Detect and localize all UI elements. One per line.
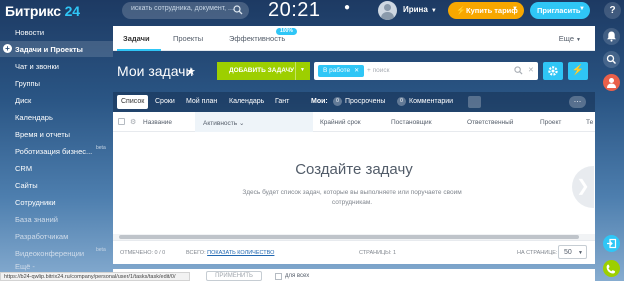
chevron-down-icon: ▼ bbox=[578, 250, 583, 256]
search-input[interactable]: искать сотрудника, документ, ... bbox=[122, 2, 249, 19]
add-task-button[interactable]: ДОБАВИТЬ ЗАДАЧУ ▼ bbox=[217, 62, 310, 80]
tabs-bar: Задачи Проекты Эффективность 100% Еще ▼ bbox=[113, 26, 595, 51]
chevron-down-icon[interactable]: ▼ bbox=[300, 67, 305, 73]
gear-icon[interactable]: ⚙ bbox=[130, 118, 136, 126]
grid-footer: ОТМЕЧЕНО: 0 / 0 ВСЕГО: ПОКАЗАТЬ КОЛИЧЕСТ… bbox=[113, 240, 595, 264]
settings-button[interactable] bbox=[543, 62, 563, 80]
sidebar-item-disk[interactable]: Диск bbox=[0, 92, 113, 108]
filter-tag[interactable]: В работе ✕ bbox=[318, 65, 365, 77]
lightning-icon: ⚡ bbox=[456, 6, 466, 15]
clock[interactable]: 20:21 bbox=[268, 0, 321, 22]
chevron-down-icon: ▼ bbox=[579, 6, 585, 12]
apply-button[interactable]: ПРИМЕНИТЬ bbox=[206, 271, 262, 281]
per-page-select[interactable]: 50 ▼ bbox=[558, 245, 587, 259]
sidebar-item-developers[interactable]: Разработчикам bbox=[0, 228, 113, 244]
selected-count: ОТМЕЧЕНО: 0 / 0 bbox=[120, 250, 166, 256]
task-grid: ⚙ Название Активность ⌄ Крайний срок Пос… bbox=[113, 112, 595, 259]
sidebar-item-time[interactable]: Время и отчеты bbox=[0, 126, 113, 142]
work-status-icon[interactable]: ● bbox=[344, 2, 350, 13]
filter-placeholder: + поиск bbox=[367, 67, 390, 74]
view-list[interactable]: Список bbox=[117, 95, 149, 109]
view-calendar[interactable]: Календарь bbox=[229, 98, 264, 105]
sidebar-item-knowledge[interactable]: База знаний bbox=[0, 211, 113, 227]
search-icon[interactable] bbox=[514, 66, 523, 75]
avatar[interactable] bbox=[603, 74, 620, 91]
sidebar-item-robotization[interactable]: Роботизация бизнес... beta bbox=[0, 143, 113, 159]
overdue-counter[interactable]: 0 Просрочены bbox=[333, 97, 385, 108]
chat-icon[interactable] bbox=[468, 96, 481, 108]
right-rail bbox=[599, 22, 624, 281]
tab-projects[interactable]: Проекты bbox=[173, 34, 203, 43]
comments-counter[interactable]: 0 Комментарии bbox=[397, 97, 453, 108]
pages-info: СТРАНИЦЫ: 1 bbox=[359, 250, 397, 256]
page-title: Мои задачи bbox=[117, 63, 194, 79]
login-icon[interactable] bbox=[603, 235, 620, 252]
for-all-checkbox[interactable] bbox=[275, 273, 282, 280]
star-icon[interactable]: ★ bbox=[186, 65, 196, 78]
tab-efficiency[interactable]: Эффективность bbox=[229, 34, 285, 43]
select-all-checkbox[interactable] bbox=[118, 118, 125, 125]
sidebar-item-calendar[interactable]: Календарь bbox=[0, 109, 113, 125]
view-switcher: Список Сроки Мой план Календарь Гант Мои… bbox=[113, 92, 595, 112]
sidebar-item-tasks[interactable]: + Задачи и Проекты bbox=[0, 41, 113, 57]
buy-plan-button[interactable]: ⚡ Купить тариф ▼ bbox=[448, 2, 524, 19]
per-page-label: НА СТРАНИЦЕ: bbox=[517, 250, 558, 256]
sidebar-item-video[interactable]: Видеоконференции beta bbox=[0, 245, 113, 261]
empty-state-text: Здесь будет список задач, которые вы вып… bbox=[242, 189, 462, 206]
phone-icon[interactable] bbox=[603, 260, 620, 277]
column-deadline[interactable]: Крайний срок bbox=[320, 119, 361, 126]
search-placeholder: искать сотрудника, документ, ... bbox=[131, 5, 234, 12]
column-tags[interactable]: Те bbox=[586, 119, 593, 126]
efficiency-badge: 100% bbox=[276, 28, 297, 35]
sidebar: Новости + Задачи и Проекты Чат и звонки Г… bbox=[0, 22, 113, 281]
chevron-down-icon: ▼ bbox=[430, 8, 437, 14]
column-creator[interactable]: Постановщик bbox=[391, 119, 432, 126]
tabs-more[interactable]: Еще ▼ bbox=[559, 34, 581, 43]
filter-search[interactable]: В работе ✕ + поиск ✕ bbox=[314, 62, 538, 80]
active-tab-indicator bbox=[117, 49, 161, 51]
sidebar-item-news[interactable]: Новости bbox=[0, 24, 113, 40]
chevron-down-icon: ▼ bbox=[576, 37, 581, 43]
view-gantt[interactable]: Гант bbox=[275, 98, 289, 105]
close-icon[interactable]: ✕ bbox=[528, 66, 534, 74]
user-menu[interactable]: Ирина ▼ bbox=[403, 5, 437, 14]
empty-state-title: Создайте задачу bbox=[295, 161, 413, 178]
search-icon[interactable] bbox=[603, 51, 620, 68]
total-count: ВСЕГО: ПОКАЗАТЬ КОЛИЧЕСТВО bbox=[186, 250, 275, 256]
column-activity[interactable]: Активность ⌄ bbox=[203, 119, 244, 127]
main-panel: Задачи Проекты Эффективность 100% Еще ▼ М… bbox=[113, 26, 595, 281]
sidebar-item-chat[interactable]: Чат и звонки bbox=[0, 58, 113, 74]
column-responsible[interactable]: Ответственный bbox=[467, 119, 513, 126]
avatar[interactable] bbox=[378, 1, 397, 20]
sidebar-more[interactable]: Ещё - bbox=[15, 262, 35, 271]
sidebar-item-groups[interactable]: Группы bbox=[0, 75, 113, 91]
tab-tasks[interactable]: Задачи bbox=[123, 34, 150, 43]
top-bar: Битрикс 24 искать сотрудника, документ, … bbox=[0, 0, 624, 22]
search-icon bbox=[233, 5, 243, 15]
my-counters-label: Мои: bbox=[311, 98, 328, 105]
notifications-icon[interactable] bbox=[603, 28, 620, 45]
chevron-down-icon: ▼ bbox=[512, 6, 518, 12]
column-name[interactable]: Название bbox=[143, 119, 172, 126]
logo[interactable]: Битрикс 24 bbox=[5, 3, 80, 19]
close-icon[interactable]: ✕ bbox=[354, 68, 359, 74]
sidebar-item-sites[interactable]: Сайты bbox=[0, 177, 113, 193]
grid-header: ⚙ Название Активность ⌄ Крайний срок Пос… bbox=[113, 112, 595, 132]
for-all-label: для всех bbox=[285, 273, 310, 279]
sidebar-item-employees[interactable]: Сотрудники bbox=[0, 194, 113, 210]
sidebar-item-crm[interactable]: CRM bbox=[0, 160, 113, 176]
invite-button[interactable]: Пригласить ▼ bbox=[530, 2, 590, 19]
lightning-icon: ⚡ bbox=[571, 65, 585, 76]
more-options-button[interactable]: … bbox=[569, 96, 586, 108]
help-button[interactable]: ? bbox=[604, 2, 621, 19]
show-count-link[interactable]: ПОКАЗАТЬ КОЛИЧЕСТВО bbox=[207, 250, 274, 256]
view-my-plan[interactable]: Мой план bbox=[186, 98, 217, 105]
column-project[interactable]: Проект bbox=[540, 119, 561, 126]
status-url: https://b24-qwlip.bitrix24.ru/company/pe… bbox=[0, 272, 190, 281]
gear-icon bbox=[548, 66, 558, 76]
view-deadlines[interactable]: Сроки bbox=[155, 98, 175, 105]
robots-button[interactable]: ⚡ bbox=[568, 62, 588, 80]
plus-icon[interactable]: + bbox=[3, 44, 12, 53]
